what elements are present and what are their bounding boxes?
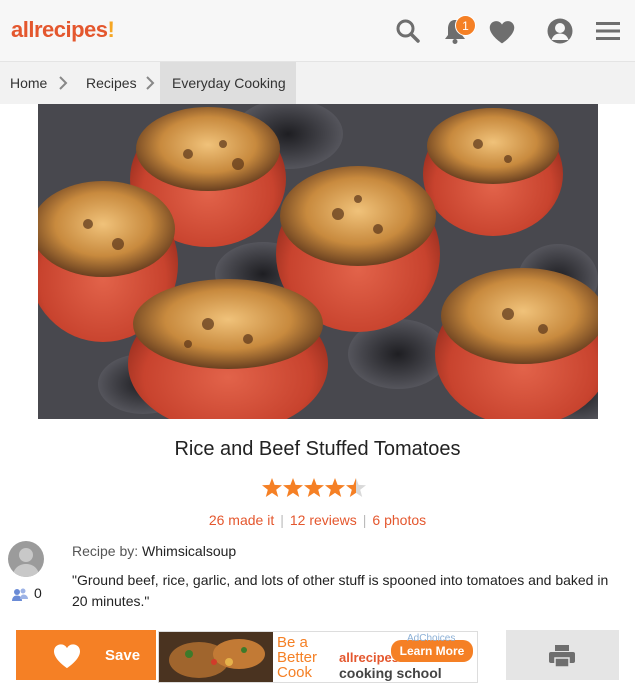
top-nav: allrecipes! 1 — [0, 0, 635, 62]
made-it-link[interactable]: 26 made it — [209, 512, 274, 528]
printer-icon — [549, 645, 575, 668]
star-rating[interactable] — [261, 477, 371, 499]
ad-product: cooking school — [339, 665, 442, 681]
recipe-stats: 26 made it | 12 reviews | 6 photos — [208, 512, 427, 528]
star-icon — [262, 478, 282, 497]
menu-icon[interactable] — [594, 17, 622, 45]
ad-headline: Be a Better Cook — [277, 634, 318, 681]
author-name[interactable]: Whimsicalsoup — [142, 543, 236, 559]
star-icon — [325, 478, 345, 497]
user-icon[interactable] — [546, 17, 574, 45]
chevron-right-icon — [146, 76, 155, 90]
recipe-description: "Ground beef, rice, garlic, and lots of … — [72, 572, 609, 609]
ad-food-image — [159, 632, 273, 682]
recipe-by-label: Recipe by: — [72, 543, 139, 559]
half-star-icon — [346, 478, 366, 497]
breadcrumb: Home Recipes Everyday Cooking — [0, 62, 635, 104]
star-icon — [283, 478, 303, 497]
author-avatar[interactable] — [8, 541, 44, 577]
adchoices-icon[interactable]: AdChoices — [407, 633, 455, 644]
recipe-photo[interactable] — [38, 104, 598, 419]
recipe-byline: Recipe by: Whimsicalsoup — [72, 543, 236, 559]
print-button[interactable] — [506, 630, 619, 680]
save-button[interactable]: Save — [16, 630, 156, 680]
followers-count: 0 — [12, 585, 42, 603]
breadcrumb-recipes[interactable]: Recipes — [86, 62, 137, 104]
chevron-right-icon — [59, 76, 68, 90]
heart-icon[interactable] — [488, 18, 516, 46]
recipe-title: Rice and Beef Stuffed Tomatoes — [174, 438, 461, 460]
stuffed-tomatoes-image — [38, 104, 598, 419]
followers-icon — [12, 588, 28, 602]
followers-number: 0 — [34, 585, 42, 601]
save-label: Save — [105, 647, 141, 664]
star-icon — [304, 478, 324, 497]
breadcrumb-home[interactable]: Home — [10, 62, 47, 104]
allrecipes-logo[interactable]: allrecipes! — [11, 17, 115, 43]
notification-badge: 1 — [455, 15, 476, 36]
breadcrumb-everyday-cooking[interactable]: Everyday Cooking — [160, 62, 296, 104]
heart-icon — [54, 644, 80, 669]
reviews-link[interactable]: 12 reviews — [290, 512, 357, 528]
photos-link[interactable]: 6 photos — [372, 512, 426, 528]
user-silhouette-icon — [12, 548, 40, 577]
ad-banner[interactable]: Be a Better Cook allrecipes! cooking sch… — [158, 631, 478, 683]
search-icon[interactable] — [394, 17, 422, 45]
